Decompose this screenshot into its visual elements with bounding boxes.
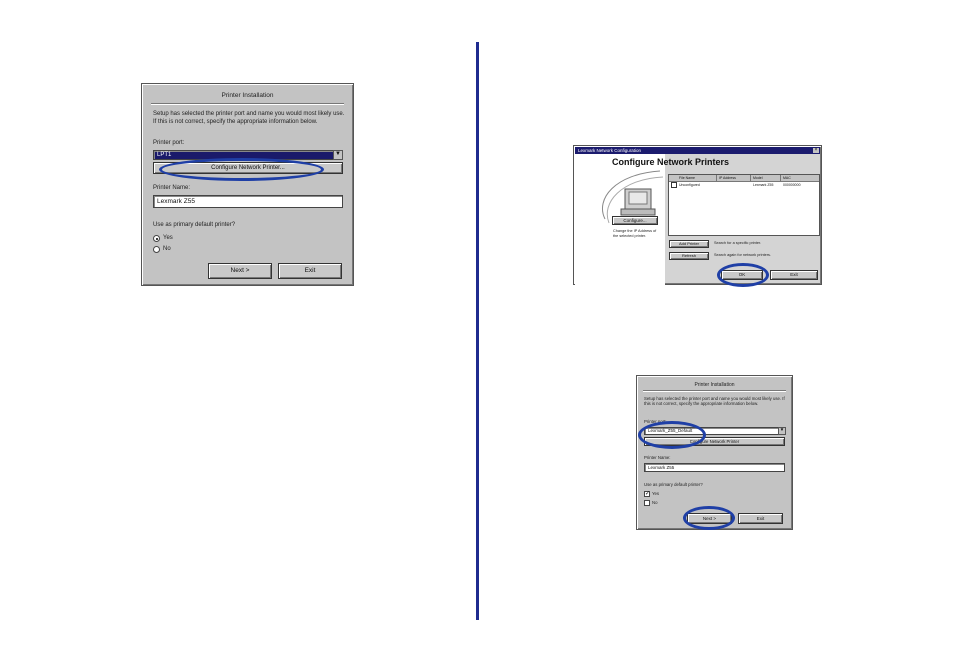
list-header: File Name IP Address Model MAC [669,175,819,182]
printer-name-label: Printer Name: [153,185,191,191]
dialog-heading: Configure Network Printers [612,157,730,167]
exit-button[interactable]: Exit [738,513,783,524]
add-printer-button[interactable]: Add Printer [669,240,709,248]
column-header[interactable]: MAC [781,175,819,181]
configure-network-printers-dialog: Lexmark Network Configuration × Configur… [573,145,822,287]
printer-port-value: LPT1 [157,152,172,158]
dialog-titlebar: Lexmark Network Configuration × [575,147,820,154]
chevron-down-icon[interactable]: ▼ [333,150,343,160]
close-icon[interactable]: × [813,148,819,153]
printer-name-field[interactable]: Lexmark Z55 [153,195,343,208]
printer-name-label: Printer Name: [644,455,671,460]
highlight-ellipse [717,263,769,287]
dialog-description: Setup has selected the printer port and … [644,396,785,407]
yes-checkbox[interactable]: ✓ [644,491,650,497]
highlight-ellipse [159,158,324,181]
no-radio[interactable] [153,246,160,253]
no-label: No [163,246,171,252]
exit-button[interactable]: Exit [278,263,342,279]
title-divider [151,103,344,105]
yes-label: Yes [652,491,660,496]
checkbox-icon[interactable] [671,182,677,189]
configure-button[interactable]: Configure... [612,216,658,225]
highlight-ellipse [683,506,735,530]
table-cell: 000000000 [783,183,801,187]
yes-label: Yes [163,235,173,241]
table-cell: Lexmark Z55 [753,183,774,187]
table-cell: Unconfigured [669,182,717,189]
dialog-title: Printer Installation [694,382,735,388]
configure-note: Change the IP Address of the selected pr… [613,229,657,238]
exit-button[interactable]: Exit [770,270,818,280]
printer-name-field[interactable]: Lexmark Z55 [644,463,785,472]
printer-installation-dialog-2: Printer Installation Setup has selected … [636,375,793,530]
no-label: No [652,500,658,505]
dialog-title: Printer Installation [221,92,274,99]
title-divider [643,390,786,392]
yes-radio[interactable] [153,235,160,242]
default-printer-question: Use as primary default printer? [153,222,236,228]
left-graphic-panel: Configure... Change the IP Address of th… [575,154,665,285]
printer-list[interactable]: File Name IP Address Model MAC Unconfigu… [668,174,820,236]
highlight-ellipse [638,421,706,449]
column-header[interactable]: IP Address [717,175,751,181]
column-header[interactable]: File Name [669,175,717,181]
printer-port-label: Printer port: [153,140,185,146]
no-checkbox[interactable] [644,500,650,506]
table-cell [717,182,751,188]
search-note: Search for a specific printer. [714,241,762,245]
titlebar-text: Lexmark Network Configuration [578,148,642,153]
default-printer-question: Use as primary default printer? [644,482,703,487]
next-button[interactable]: Next > [208,263,272,279]
chevron-down-icon[interactable]: ▼ [778,427,786,435]
table-row[interactable]: Unconfigured Lexmark Z55 000000000 [669,182,819,189]
cell-text: Unconfigured [679,183,700,187]
column-header[interactable]: Model [751,175,781,181]
refresh-note: Search again for network printers. [714,253,771,257]
dialog-description: Setup has selected the printer port and … [153,111,345,125]
refresh-button[interactable]: Refresh [669,252,709,260]
printer-installation-dialog-1: Printer Installation Setup has selected … [141,83,354,286]
page-divider [476,42,479,620]
